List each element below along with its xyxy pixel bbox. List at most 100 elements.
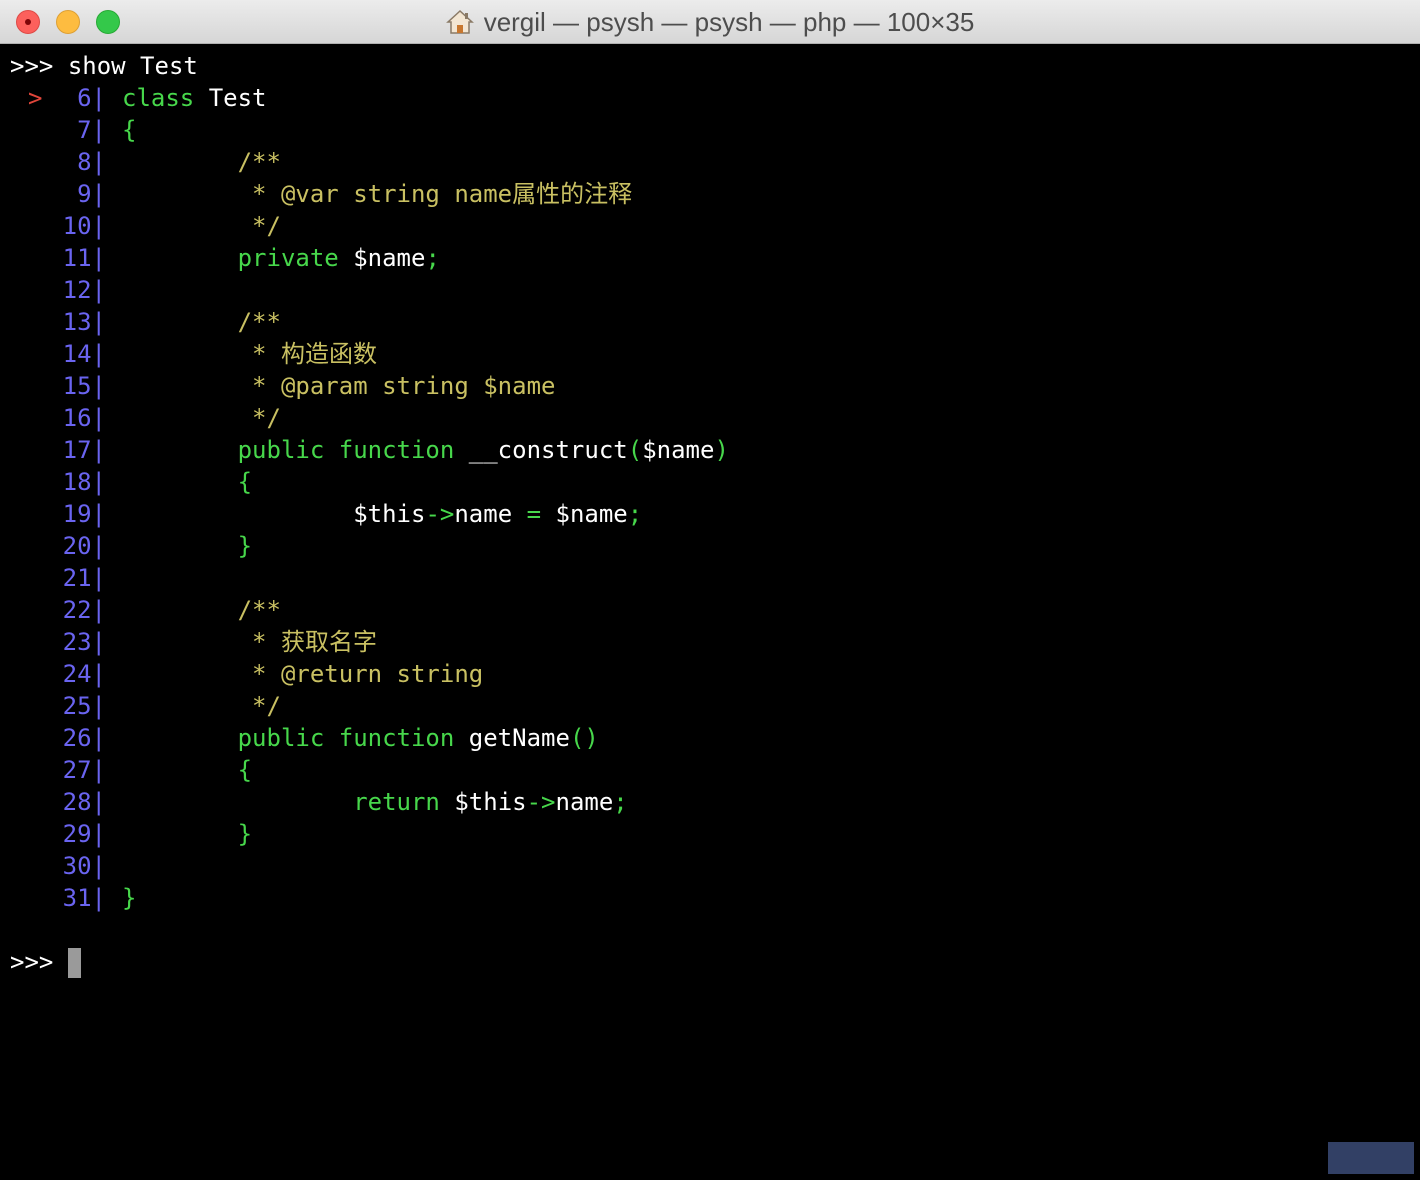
code-token: ( bbox=[627, 436, 643, 464]
gutter: 19| bbox=[0, 498, 112, 530]
code-token: */ bbox=[122, 692, 281, 720]
line-number: 17| bbox=[62, 436, 106, 464]
command-line: >>> show Test bbox=[10, 50, 198, 82]
code-token: getName bbox=[468, 724, 570, 752]
line-number: 20| bbox=[62, 532, 106, 560]
gutter: 13| bbox=[0, 306, 112, 338]
gutter: 15| bbox=[0, 370, 112, 402]
code-token: /** bbox=[122, 596, 281, 624]
line-number: 10| bbox=[62, 212, 106, 240]
gutter: 11| bbox=[0, 242, 112, 274]
code-token: name bbox=[454, 500, 527, 528]
code-token: Test bbox=[208, 84, 267, 112]
line-number: 28| bbox=[62, 788, 106, 816]
code-token: * @return string bbox=[122, 660, 484, 688]
code-line: */ bbox=[122, 690, 281, 722]
code-token: * @param string $name bbox=[122, 372, 556, 400]
line-number: 31| bbox=[62, 884, 106, 912]
gutter: 9| bbox=[0, 178, 112, 210]
code-line: */ bbox=[122, 402, 281, 434]
code-token: private bbox=[122, 244, 354, 272]
line-number: 26| bbox=[62, 724, 106, 752]
gutter: 27| bbox=[0, 754, 112, 786]
code-token: { bbox=[122, 756, 253, 784]
command-text: show Test bbox=[67, 52, 198, 80]
line-number: 15| bbox=[62, 372, 106, 400]
gutter: 30| bbox=[0, 850, 112, 882]
code-line: * @param string $name bbox=[122, 370, 555, 402]
current-line-marker: > bbox=[28, 84, 43, 112]
line-number: 18| bbox=[62, 468, 106, 496]
window-title-area: vergil — psysh — psysh — php — 100×35 bbox=[0, 0, 1420, 44]
terminal-window: vergil — psysh — psysh — php — 100×35 >>… bbox=[0, 0, 1420, 1180]
code-line: * @var string name属性的注释 bbox=[122, 178, 632, 210]
code-line: class Test bbox=[122, 82, 267, 114]
code-line: * 构造函数 bbox=[122, 338, 377, 370]
code-token: ; bbox=[627, 500, 643, 528]
code-token: -> bbox=[526, 788, 556, 816]
prompt: >>> bbox=[10, 52, 54, 80]
gutter: 8| bbox=[0, 146, 112, 178]
gutter: 23| bbox=[0, 626, 112, 658]
line-number: 21| bbox=[62, 564, 106, 592]
line-number: 14| bbox=[62, 340, 106, 368]
terminal-output[interactable]: >>> show Test >6| class Test 7| {8| /** 9| *… bbox=[0, 48, 1420, 1180]
line-number: 6| bbox=[77, 84, 106, 112]
line-number: 27| bbox=[62, 756, 106, 784]
code-token: } bbox=[122, 884, 137, 912]
code-token: ) bbox=[714, 436, 729, 464]
code-token: */ bbox=[122, 404, 281, 432]
code-token: public function bbox=[122, 724, 469, 752]
input-line[interactable]: >>> bbox=[10, 946, 81, 978]
gutter: 24| bbox=[0, 658, 112, 690]
text-cursor bbox=[67, 948, 81, 978]
code-line: */ bbox=[122, 210, 281, 242]
watermark-logo bbox=[1328, 1142, 1414, 1174]
line-number: 8| bbox=[77, 148, 106, 176]
code-token: * @var string name属性的注释 bbox=[122, 180, 633, 208]
gutter: 18| bbox=[0, 466, 112, 498]
code-line: { bbox=[122, 754, 252, 786]
code-token: public function bbox=[122, 436, 469, 464]
line-number: 25| bbox=[62, 692, 106, 720]
code-token: /** bbox=[122, 148, 281, 176]
code-token: ; bbox=[425, 244, 440, 272]
code-line: private $name; bbox=[122, 242, 440, 274]
gutter: 17| bbox=[0, 434, 112, 466]
code-token: } bbox=[122, 820, 253, 848]
code-token: $this bbox=[454, 788, 527, 816]
line-number: 12| bbox=[62, 276, 106, 304]
gutter: >6| bbox=[0, 82, 112, 114]
line-number: 11| bbox=[62, 244, 106, 272]
code-token: { bbox=[122, 468, 253, 496]
gutter: 12| bbox=[0, 274, 112, 306]
code-token: * 构造函数 bbox=[122, 340, 377, 368]
code-token: * 获取名字 bbox=[122, 628, 377, 656]
gutter: 22| bbox=[0, 594, 112, 626]
code-line: { bbox=[122, 466, 252, 498]
gutter: 28| bbox=[0, 786, 112, 818]
code-line: } bbox=[122, 818, 252, 850]
line-number: 24| bbox=[62, 660, 106, 688]
line-number: 13| bbox=[62, 308, 106, 336]
title-bar[interactable]: vergil — psysh — psysh — php — 100×35 bbox=[0, 0, 1420, 44]
line-number: 9| bbox=[77, 180, 106, 208]
line-number: 19| bbox=[62, 500, 106, 528]
code-token: class bbox=[122, 84, 209, 112]
code-token: name bbox=[555, 788, 614, 816]
code-token: $name bbox=[555, 500, 628, 528]
gutter: 14| bbox=[0, 338, 112, 370]
code-line: /** bbox=[122, 146, 281, 178]
code-token: ; bbox=[613, 788, 628, 816]
code-token: /** bbox=[122, 308, 281, 336]
gutter: 25| bbox=[0, 690, 112, 722]
code-line: $this->name = $name; bbox=[122, 498, 642, 530]
line-number: 30| bbox=[62, 852, 106, 880]
code-line: * 获取名字 bbox=[122, 626, 377, 658]
code-token: $this bbox=[353, 500, 426, 528]
code-line: { bbox=[122, 114, 136, 146]
gutter: 7| bbox=[0, 114, 112, 146]
gutter: 26| bbox=[0, 722, 112, 754]
code-token: */ bbox=[122, 212, 281, 240]
